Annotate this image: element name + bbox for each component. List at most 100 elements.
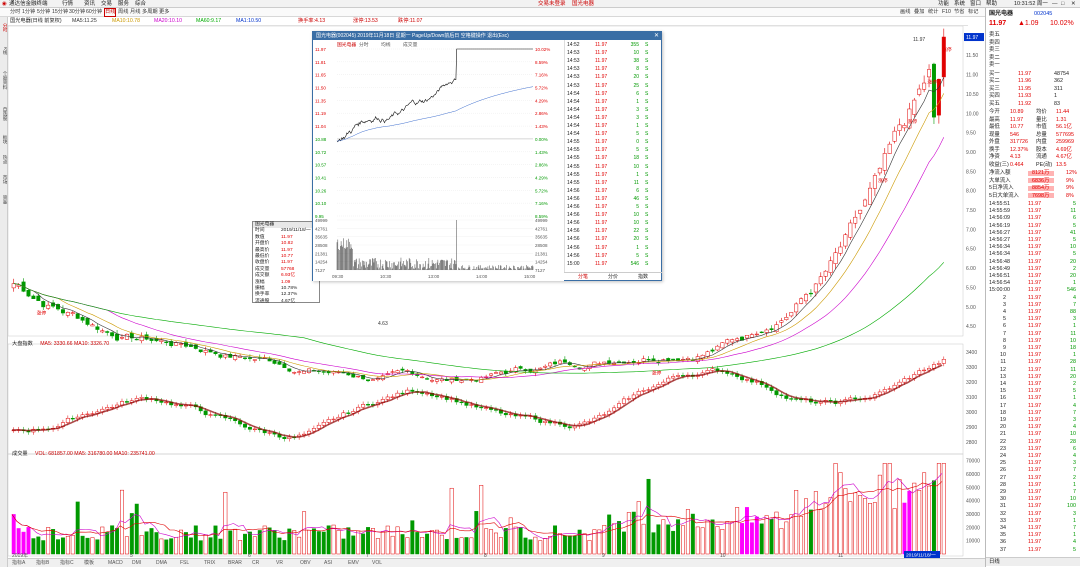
close-icon[interactable]: ✕	[1071, 0, 1076, 8]
left-tab[interactable]: K线	[0, 47, 8, 55]
intraday-time-label: 10:30	[380, 274, 392, 279]
menu-trade[interactable]: 交易	[101, 0, 112, 8]
intraday-pct-tick: 1.43%	[535, 150, 548, 155]
menu-market[interactable]: 行情	[62, 0, 73, 8]
left-tab[interactable]: 个股资料	[0, 71, 8, 89]
tick-volume: 3	[636, 114, 639, 121]
menu-service[interactable]: 服务	[118, 0, 129, 8]
indicator-tab[interactable]: VOL	[372, 559, 382, 567]
left-tab[interactable]: 板块	[0, 135, 8, 144]
left-tab[interactable]: 热点	[0, 155, 8, 164]
left-tab[interactable]: 市场	[0, 175, 8, 184]
tab-price[interactable]: 分价	[608, 273, 618, 282]
candle-up	[789, 312, 794, 317]
index-candle-up	[676, 375, 681, 377]
intraday-price-tick: 11.04	[315, 124, 326, 129]
left-tab[interactable]: 资金	[0, 195, 8, 204]
period-tab[interactable]: 5分钟	[37, 8, 50, 17]
candle-up	[90, 324, 95, 327]
volume-bar	[336, 530, 341, 555]
volume-bar	[26, 527, 31, 555]
volume-bar	[685, 509, 690, 555]
candle-up	[538, 367, 543, 370]
menu-help[interactable]: 帮助	[986, 0, 997, 8]
tool-stats[interactable]: 统计	[928, 8, 938, 17]
indicator-tab[interactable]: DMI	[132, 559, 141, 567]
left-tab[interactable]: 分时	[0, 23, 8, 32]
axis-tick-label: 7.00	[966, 227, 976, 233]
period-tab[interactable]: 60分钟	[86, 8, 102, 17]
quote-bottom-tab[interactable]: 日线	[986, 557, 1080, 566]
sell-level-row[interactable]: 卖一	[986, 61, 1080, 70]
index-candle-up	[597, 414, 602, 419]
tick-price: 11.97	[595, 171, 608, 178]
popup-title[interactable]: 国光电器(002045) 2019年11月18日 星期一 PageUp/Down…	[313, 32, 661, 40]
period-tab-active[interactable]: 日线	[104, 8, 117, 17]
close-icon[interactable]: ✕	[654, 32, 659, 40]
axis-tick-label: 4.50	[966, 324, 976, 330]
period-tab[interactable]: 1分钟	[22, 8, 35, 17]
indicator-tab[interactable]: OBV	[300, 559, 311, 567]
period-tab[interactable]: 月线	[130, 8, 140, 17]
fund-flow-row: 5日大单流入 7698万 8%	[986, 192, 1080, 201]
quote-panel: 国光电器 002045 11.97 ▲1.09 10.02% 卖五 卖四 卖三 卖二 卖一 买一 11…	[985, 8, 1080, 567]
period-tab[interactable]: 分时	[10, 8, 20, 17]
tab-index[interactable]: 指数	[638, 273, 648, 282]
login-notice[interactable]: 交易未登录	[538, 0, 566, 8]
intraday-pct-tick: 2.86%	[535, 111, 548, 116]
menu-system[interactable]: 系统	[954, 0, 965, 8]
maximize-icon[interactable]: □	[1061, 0, 1064, 8]
tool-save[interactable]: 节省	[954, 8, 964, 17]
volume-bar	[129, 513, 134, 555]
buy-level-row[interactable]: 买五 11.92 83	[986, 100, 1080, 109]
indicator-tab[interactable]: MACD	[108, 559, 123, 567]
indicator-tab[interactable]: 指标B	[36, 559, 49, 567]
intraday-chart[interactable]: 国光电器 分时 均线 成交量 11.97 10.02% 11.81 8.59% 11.65 7.1…	[313, 40, 564, 281]
volume-bar	[444, 539, 449, 555]
candle-down	[75, 313, 80, 319]
period-tab[interactable]: 多周期	[142, 8, 158, 17]
tick-row: 14:56 11.97 1 S	[565, 245, 663, 251]
tool-draw[interactable]: 画线	[900, 8, 910, 17]
tick-time: 14:55	[567, 155, 580, 162]
tool-mark[interactable]: 标记	[968, 8, 978, 17]
tick-side: S	[645, 252, 649, 259]
period-tab[interactable]: 更多	[159, 8, 169, 17]
indicator-info-bar: 国光电器(日线 前复权) MA5:11.25 MA10:10.78 MA20:1…	[8, 17, 968, 26]
menu-function[interactable]: 功能	[938, 0, 949, 8]
menu-window[interactable]: 窗口	[970, 0, 981, 8]
indicator-tab[interactable]: VR	[276, 559, 283, 567]
indicator-tab[interactable]: DMA	[156, 559, 167, 567]
tick-row: 14:54 11.97 5 S	[565, 131, 663, 137]
period-tab[interactable]: 周线	[118, 8, 128, 17]
indicator-tab[interactable]: TRIX	[204, 559, 215, 567]
ma60-value: MA60:9.17	[196, 18, 222, 24]
menu-news[interactable]: 资讯	[84, 0, 95, 8]
period-tab[interactable]: 30分钟	[69, 8, 85, 17]
indicator-tab[interactable]: 模板	[84, 559, 94, 567]
period-tab[interactable]: 15分钟	[52, 8, 68, 17]
tab-ticks[interactable]: 分笔	[578, 273, 588, 282]
intraday-popup[interactable]: 国光电器(002045) 2019年11月18日 星期一 PageUp/Down…	[312, 31, 662, 281]
tool-overlay[interactable]: 叠加	[914, 8, 924, 17]
left-tab[interactable]: 自选股	[0, 107, 8, 121]
volume-bar	[651, 532, 656, 555]
tool-f10[interactable]: F10	[942, 8, 951, 17]
indicator-tab[interactable]: EMV	[348, 559, 359, 567]
menu-general[interactable]: 综合	[135, 0, 146, 8]
index-candle-up	[208, 414, 213, 416]
limit-up-label: 涨停	[652, 369, 662, 376]
indicator-tab[interactable]: 指标C	[60, 559, 74, 567]
indicator-tab[interactable]: ASI	[324, 559, 332, 567]
indicator-tab[interactable]: FSL	[180, 559, 189, 567]
indicator-tab[interactable]: CR	[252, 559, 259, 567]
indicator-tab[interactable]: BRAR	[228, 559, 242, 567]
candle-up	[838, 246, 843, 254]
indicator-tab[interactable]: 指标A	[12, 559, 25, 567]
tick-time: 14:54	[567, 90, 580, 97]
axis-tick-label: 5.00	[966, 305, 976, 311]
minimize-icon[interactable]: —	[1052, 0, 1058, 8]
volume-bar	[203, 534, 208, 555]
candle-up	[823, 270, 828, 277]
tick-list[interactable]: 14:52 11.97 355 S 14:53 11.97 10 S 14:53 11.97 38 S…	[564, 40, 662, 272]
